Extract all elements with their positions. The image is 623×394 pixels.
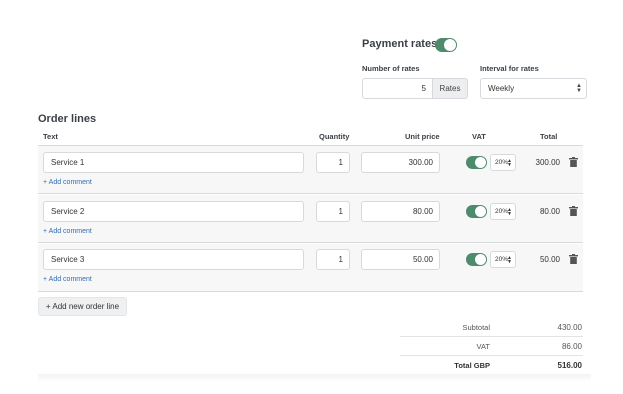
summary-divider: [400, 355, 583, 356]
header-vat: VAT: [472, 132, 486, 141]
interval-select[interactable]: Weekly ▲ ▼: [480, 78, 587, 99]
row-2-add-comment-link[interactable]: + Add comment: [43, 228, 92, 235]
row-2-vat-select[interactable]: 20% ▲ ▼: [490, 203, 516, 220]
subtotal-label: Subtotal: [462, 323, 490, 332]
row-3-unit-price-input[interactable]: 50.00: [361, 249, 440, 270]
total-value: 516.00: [557, 361, 582, 370]
payment-rates-title: Payment rates: [362, 38, 438, 50]
trash-icon[interactable]: [569, 206, 578, 216]
select-arrows-icon: ▲ ▼: [507, 206, 512, 217]
payment-rates-toggle[interactable]: [435, 38, 457, 52]
select-arrows-icon: ▲ ▼: [576, 82, 582, 94]
row-1-quantity: 1: [338, 158, 343, 167]
row-2-vat-toggle[interactable]: [466, 205, 487, 218]
total-label: Total GBP: [454, 361, 490, 370]
row-3-text-input[interactable]: Service 3: [43, 249, 304, 270]
row-2-text-input[interactable]: Service 2: [43, 201, 304, 222]
rates-addon: Rates: [433, 78, 468, 99]
order-lines-title: Order lines: [38, 113, 97, 125]
row-2-unit-price: 80.00: [412, 207, 433, 216]
row-3-quantity-input[interactable]: 1: [316, 249, 350, 270]
footer-shadow: [38, 374, 591, 382]
row-3-add-comment-link[interactable]: + Add comment: [43, 276, 92, 283]
row-3-text: Service 3: [51, 255, 85, 264]
order-lines-header: Text Quantity Unit price VAT Total: [38, 128, 583, 146]
row-1-vat-toggle[interactable]: [466, 156, 487, 169]
number-of-rates-value: 5: [421, 84, 426, 93]
vat-value: 86.00: [561, 342, 582, 351]
select-arrows-icon: ▲ ▼: [507, 254, 512, 265]
select-arrows-icon: ▲ ▼: [507, 157, 512, 168]
row-1-text-input[interactable]: Service 1: [43, 152, 304, 173]
row-2-quantity: 1: [338, 207, 343, 216]
row-1-total: 300.00: [535, 158, 560, 167]
header-text: Text: [43, 132, 58, 141]
interval-label: Interval for rates: [480, 64, 539, 73]
vat-label: VAT: [476, 342, 490, 351]
row-1-add-comment-link[interactable]: + Add comment: [43, 179, 92, 186]
header-unit-price: Unit price: [405, 132, 440, 141]
row-1-quantity-input[interactable]: 1: [316, 152, 350, 173]
row-2-text: Service 2: [51, 207, 85, 216]
row-3-vat-toggle[interactable]: [466, 253, 487, 266]
header-quantity: Quantity: [319, 132, 350, 141]
subtotal-value: 430.00: [557, 323, 582, 332]
row-2-unit-price-input[interactable]: 80.00: [361, 201, 440, 222]
row-1-unit-price: 300.00: [408, 158, 433, 167]
row-3-unit-price: 50.00: [412, 255, 433, 264]
summary-divider: [400, 336, 583, 337]
row-2-quantity-input[interactable]: 1: [316, 201, 350, 222]
row-1-unit-price-input[interactable]: 300.00: [361, 152, 440, 173]
header-total: Total: [540, 132, 558, 141]
row-2-total: 80.00: [539, 207, 560, 216]
add-order-line-button[interactable]: + Add new order line: [38, 297, 127, 316]
trash-icon[interactable]: [569, 157, 578, 167]
interval-value: Weekly: [488, 84, 515, 93]
row-3-total: 50.00: [539, 255, 560, 264]
number-of-rates-input[interactable]: 5: [362, 78, 433, 99]
number-of-rates-label: Number of rates: [362, 64, 420, 73]
row-1-text: Service 1: [51, 158, 85, 167]
row-1-vat-select[interactable]: 20% ▲ ▼: [490, 154, 516, 171]
trash-icon[interactable]: [569, 254, 578, 264]
row-3-quantity: 1: [338, 255, 343, 264]
row-3-vat-select[interactable]: 20% ▲ ▼: [490, 251, 516, 268]
